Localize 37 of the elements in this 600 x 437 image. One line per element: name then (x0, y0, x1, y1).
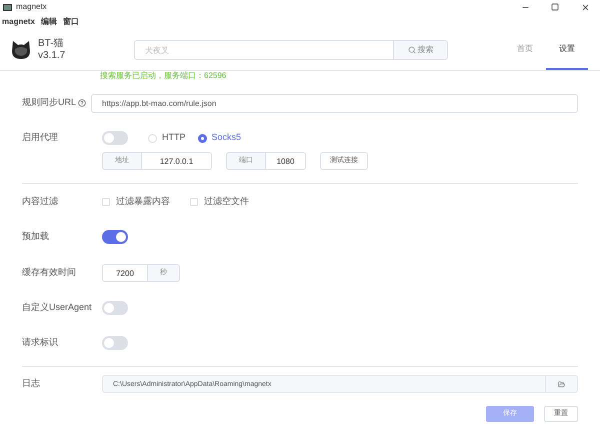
menu-item[interactable]: magnetx (2, 16, 35, 28)
menu-item[interactable]: 窗口 (62, 16, 79, 28)
search-field[interactable]: 犬夜叉 (134, 40, 394, 60)
port-field[interactable]: 1080 (266, 152, 306, 170)
toggle-switch[interactable] (102, 301, 128, 315)
menu-item[interactable]: 编辑 (40, 16, 57, 28)
cat-logo-icon (10, 39, 32, 61)
setting-label: 规则同步URL (22, 96, 76, 110)
app-name: BT-猫 (38, 38, 65, 50)
status-message: 搜索服务已启动，服务端口：62596 (100, 71, 226, 81)
maximize-icon (551, 3, 559, 11)
url-field[interactable]: https://app.bt-mao.com/rule.json (91, 94, 578, 112)
setting-label: 内容过滤 (22, 195, 59, 208)
folder-icon (558, 380, 565, 388)
toggle-switch[interactable] (102, 131, 128, 145)
window-title: magnetx (16, 1, 47, 13)
cache-time-field[interactable]: 7200 (102, 264, 148, 282)
toggle-switch[interactable] (102, 230, 128, 244)
app-version: v3.1.7 (38, 50, 66, 62)
radio-option[interactable]: HTTP (148, 131, 186, 145)
toggle-switch[interactable] (102, 336, 128, 350)
setting-label: 自定义UserAgent (22, 301, 93, 314)
setting-label: 日志 (22, 377, 41, 390)
radio-option[interactable]: Socks5 (198, 131, 242, 145)
browse-folder-button[interactable] (546, 375, 578, 393)
address-field[interactable]: 127.0.0.1 (142, 152, 212, 170)
help-icon (78, 99, 86, 107)
close-icon (580, 2, 590, 12)
setting-label: 启用代理 (22, 131, 59, 144)
setting-label: 请求标识 (22, 336, 59, 350)
nav-tab[interactable]: 设置 (546, 30, 588, 70)
search-icon (408, 46, 416, 54)
checkbox-option[interactable]: 过滤暴露内容 (102, 195, 170, 209)
setting-label: 缓存有效时间 (22, 266, 77, 280)
setting-label: 预加载 (22, 230, 50, 244)
app-icon (3, 4, 12, 10)
checkbox-option[interactable]: 过滤空文件 (190, 195, 249, 209)
